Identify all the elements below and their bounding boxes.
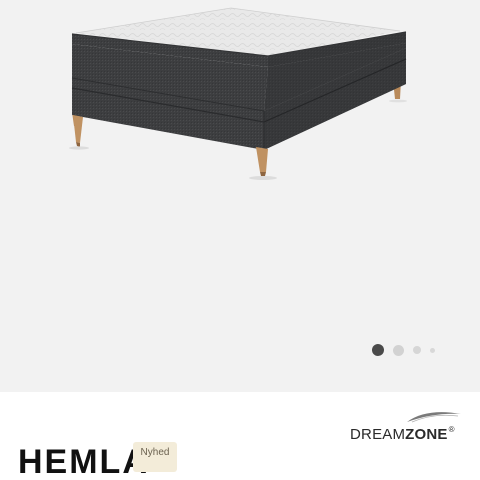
brand-name-bold: ZONE — [405, 426, 448, 443]
carousel-dot-3[interactable] — [413, 346, 421, 354]
carousel-dot-2[interactable] — [393, 344, 404, 356]
brand-wordmark: DREAM ZONE ® — [350, 425, 462, 444]
carousel-dot-1[interactable] — [372, 344, 384, 356]
product-badge: Nyhed — [133, 442, 177, 472]
product-title: HEMLA — [18, 443, 149, 480]
product-image[interactable] — [0, 0, 480, 392]
swoosh-icon — [407, 412, 461, 423]
carousel-pagination — [372, 343, 435, 357]
product-image-carousel[interactable] — [0, 0, 480, 392]
product-info: DREAM ZONE ® HEMLA Nyhed — [0, 392, 480, 480]
brand-name-light: DREAM — [350, 426, 406, 443]
registered-mark: ® — [448, 425, 455, 434]
carousel-dot-4[interactable] — [430, 347, 435, 353]
brand-logo[interactable]: DREAM ZONE ® — [350, 410, 462, 444]
